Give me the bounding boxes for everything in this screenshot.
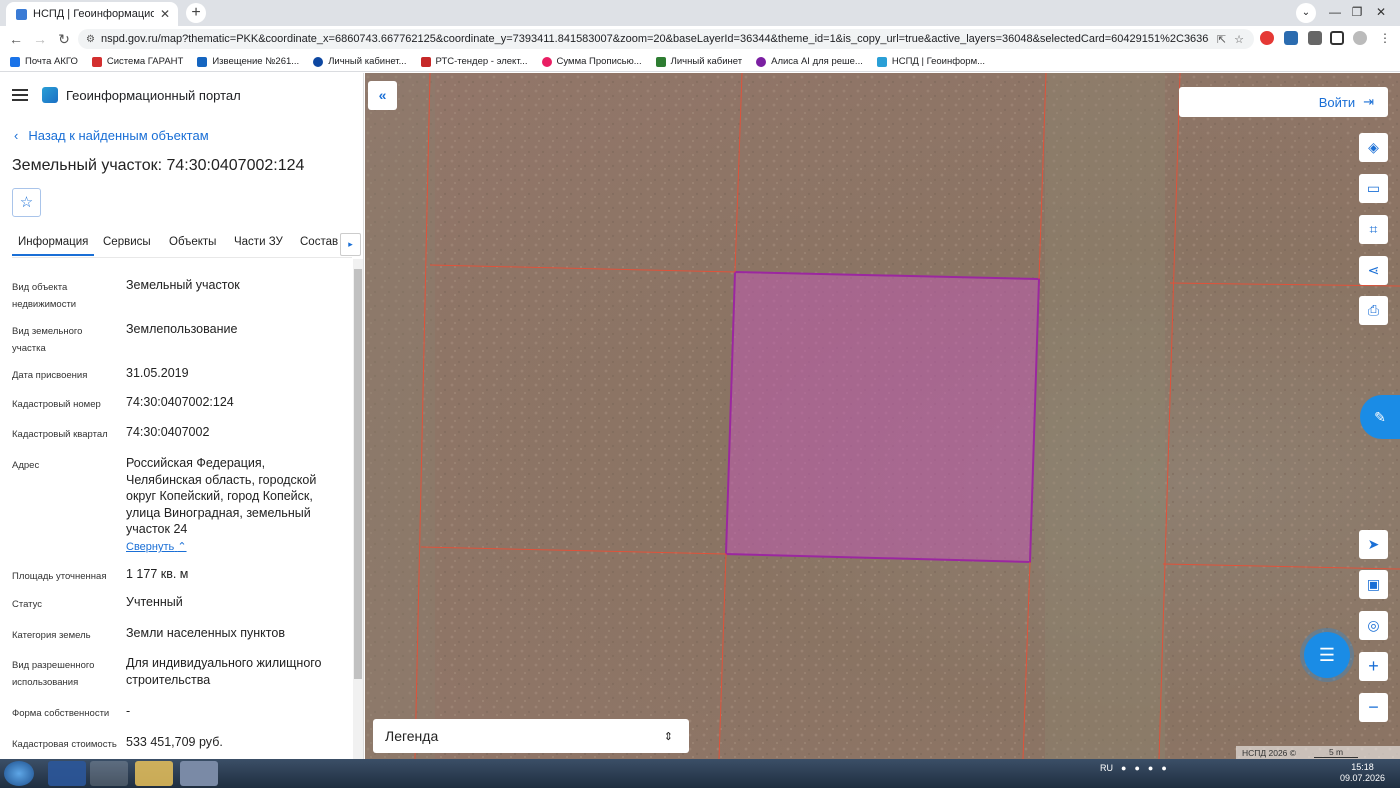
assistant-icon[interactable]: ✎ [1360,395,1400,439]
bookmark-item[interactable]: Личный кабинет [655,56,742,67]
new-tab-button[interactable]: + [186,3,206,23]
bookmarks-bar: Почта АКГО Система ГАРАНТ Извещение №261… [0,52,1400,72]
chevron-updown-icon: ⇕ [663,730,673,743]
tab-composition[interactable]: Состав [300,236,338,248]
browser-menu-icon[interactable]: ⋮ [1378,31,1392,45]
object-title: Земельный участок: 74:30:0407002:124 [12,157,305,174]
map-attribution: НСПД 2026 © 5 m [1236,746,1400,759]
bookmark-star-icon[interactable]: ☆ [1234,33,1244,46]
portal-header: Геоинформационный портал [12,87,241,103]
object-tabs: Информация Сервисы Объекты Части ЗУ Сост… [12,233,352,258]
reload-icon[interactable]: ↻ [52,31,76,48]
print-icon[interactable]: ⎙ [1359,296,1388,325]
share-icon[interactable]: ⇱ [1217,33,1226,46]
volume-tray-icon[interactable]: ● [1161,763,1166,773]
browser-tab[interactable]: НСПД | Геоинформационный п... ✕ [6,2,178,26]
start-button[interactable] [4,761,34,786]
login-arrow-icon: ⇥ [1363,94,1374,109]
zoom-out-button[interactable]: − [1359,693,1388,722]
zoom-in-button[interactable]: + [1359,652,1388,681]
browser-tab-bar: НСПД | Геоинформационный п... ✕ + ⌄ — ❐ … [0,0,1400,26]
favorite-star-button[interactable]: ☆ [12,188,41,217]
side-panel-icon[interactable] [1330,31,1344,45]
network-tray-icon[interactable]: ● [1148,763,1153,773]
address-bar[interactable]: ⚙ nspd.gov.ru/map?thematic=PKK&coordinat… [78,29,1254,49]
profile-avatar[interactable] [1353,31,1367,45]
minimap-icon[interactable]: ▣ [1359,570,1388,599]
close-window-button[interactable]: ✕ [1370,0,1392,24]
ruler-icon[interactable]: ▭ [1359,174,1388,203]
scale-bar: 5 m [1314,747,1359,758]
app-taskbar-icon[interactable] [180,761,218,786]
chevron-left-icon: ‹ [14,128,19,143]
selected-parcel-polygon[interactable] [724,270,1041,564]
bookmark-item[interactable]: Почта АКГО [10,56,78,67]
nspd-favicon-icon [16,8,27,20]
bookmark-item[interactable]: Извещение №261... [197,56,299,67]
tab-services[interactable]: Сервисы [103,236,151,248]
sidebar-scrollbar[interactable] [353,259,363,759]
collapse-sidebar-button[interactable]: « [368,81,397,110]
tab-title: НСПД | Геоинформационный п... [33,8,154,20]
cadastral-map-layer [365,73,1400,759]
login-button[interactable]: Войти ⇥ [1179,87,1388,117]
close-tab-icon[interactable]: ✕ [160,7,170,21]
legend-dropdown[interactable]: Легенда ⇕ [373,719,689,753]
chevron-up-icon: ⌃ [177,541,187,553]
menu-burger-icon[interactable] [12,89,28,101]
windows-taskbar [0,759,1400,788]
back-arrow-icon[interactable]: ← [4,31,28,47]
site-info-icon[interactable]: ⚙ [86,34,95,45]
yandex-extension-icon[interactable] [1260,31,1274,45]
restore-button[interactable]: ❐ [1346,0,1368,24]
scrollbar-thumb[interactable] [354,269,362,679]
bookmark-item[interactable]: НСПД | Геоинформ... [876,56,985,67]
info-sidebar: Геоинформационный портал ‹ Назад к найде… [0,73,364,759]
share-map-icon[interactable]: ⋖ [1359,256,1388,285]
portal-title: Геоинформационный портал [66,87,241,103]
tab-objects[interactable]: Объекты [169,236,216,248]
tab-parts[interactable]: Части ЗУ [234,236,283,248]
tab-information[interactable]: Информация [12,236,95,256]
explorer-taskbar-icon[interactable] [135,761,173,786]
yandex-tray-icon[interactable]: ● [1121,763,1126,773]
map-canvas[interactable] [365,73,1400,759]
bookmark-item[interactable]: Алиса AI для реше... [756,56,863,67]
tabs-next-arrow-icon[interactable]: ▸ [340,233,361,256]
word-taskbar-icon[interactable] [48,761,86,786]
system-tray: RU ● ● ● ● [1100,763,1167,773]
tab-search-button[interactable]: ⌄ [1296,3,1316,23]
chat-bubble-icon[interactable]: ☰ [1304,632,1350,678]
sync-tray-icon[interactable]: ● [1134,763,1139,773]
forward-arrow-icon[interactable]: → [28,31,52,47]
layers-icon[interactable]: ◈ [1359,133,1388,162]
geolocation-icon[interactable]: ➤ [1359,530,1388,559]
language-indicator[interactable]: RU [1100,763,1113,773]
portal-logo-icon [42,87,58,103]
url-text[interactable]: nspd.gov.ru/map?thematic=PKK&coordinate_… [101,33,1209,45]
puzzle-extensions-icon[interactable] [1308,31,1322,45]
collapse-address-link[interactable]: Свернуть ⌃ [126,540,187,553]
area-select-icon[interactable]: ⌗ [1359,215,1388,244]
minimize-button[interactable]: — [1324,0,1346,24]
extension-icon[interactable] [1284,31,1298,45]
bookmark-item[interactable]: Личный кабинет... [313,56,407,67]
bookmark-item[interactable]: Система ГАРАНТ [91,56,183,67]
back-to-results-link[interactable]: ‹ Назад к найденным объектам [14,128,209,143]
bookmark-item[interactable]: РТС-тендер - элект... [420,56,528,67]
taskbar-clock[interactable]: 15:18 09.07.2026 [1340,762,1385,784]
search-location-icon[interactable]: ◎ [1359,611,1388,640]
bookmark-item[interactable]: Сумма Прописью... [541,56,642,67]
chrome-taskbar-icon[interactable] [90,761,128,786]
